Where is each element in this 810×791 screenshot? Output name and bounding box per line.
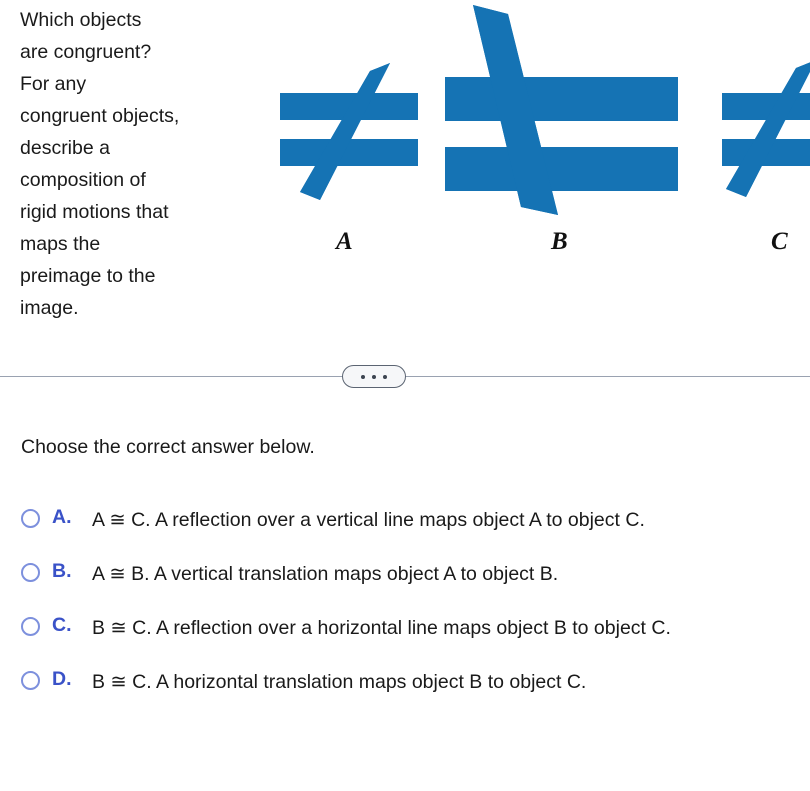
figure-label-a: A <box>336 228 353 255</box>
answer-heading: Choose the correct answer below. <box>21 436 315 458</box>
shape-a <box>280 63 418 200</box>
figure-label-b: B <box>551 228 568 255</box>
option-letter-c: C. <box>52 614 72 636</box>
option-text-b: A ≅ B. A vertical translation maps objec… <box>92 563 559 585</box>
answer-option-c[interactable]: C. B ≅ C. A reflection over a horizontal… <box>0 614 810 642</box>
radio-button-a[interactable] <box>21 509 40 528</box>
shape-c-slash-top <box>726 62 810 197</box>
ellipsis-dot-2 <box>372 374 376 379</box>
option-letter-d: D. <box>52 668 72 690</box>
radio-button-b[interactable] <box>21 563 40 582</box>
shape-b-upper-bar <box>445 77 678 121</box>
radio-button-c[interactable] <box>21 617 40 636</box>
question-prompt: Which objects are congruent? For any con… <box>20 9 180 319</box>
option-text-a: A ≅ C. A reflection over a vertical line… <box>92 509 645 531</box>
figure-label-c: C <box>771 228 788 255</box>
answer-options-list: A. A ≅ C. A reflection over a vertical l… <box>0 506 810 696</box>
option-text-d: B ≅ C. A horizontal translation maps obj… <box>92 671 587 693</box>
expand-collapse-button[interactable] <box>342 365 406 388</box>
ellipsis-dot-1 <box>361 374 365 379</box>
answer-option-b[interactable]: B. A ≅ B. A vertical translation maps ob… <box>0 560 810 588</box>
shape-b <box>445 5 678 215</box>
shape-b-lower-bar <box>445 147 678 191</box>
option-text-c: B ≅ C. A reflection over a horizontal li… <box>92 617 671 639</box>
ellipsis-dot-3 <box>383 374 387 379</box>
radio-button-d[interactable] <box>21 671 40 690</box>
answer-option-a[interactable]: A. A ≅ C. A reflection over a vertical l… <box>0 506 810 534</box>
option-letter-a: A. <box>52 506 72 528</box>
shape-c <box>722 62 810 197</box>
section-divider <box>0 360 810 394</box>
shape-a-slash-top <box>300 63 390 200</box>
option-letter-b: B. <box>52 560 72 582</box>
question-section: Which objects are congruent? For any con… <box>0 0 810 356</box>
answer-option-d[interactable]: D. B ≅ C. A horizontal translation maps … <box>0 668 810 696</box>
